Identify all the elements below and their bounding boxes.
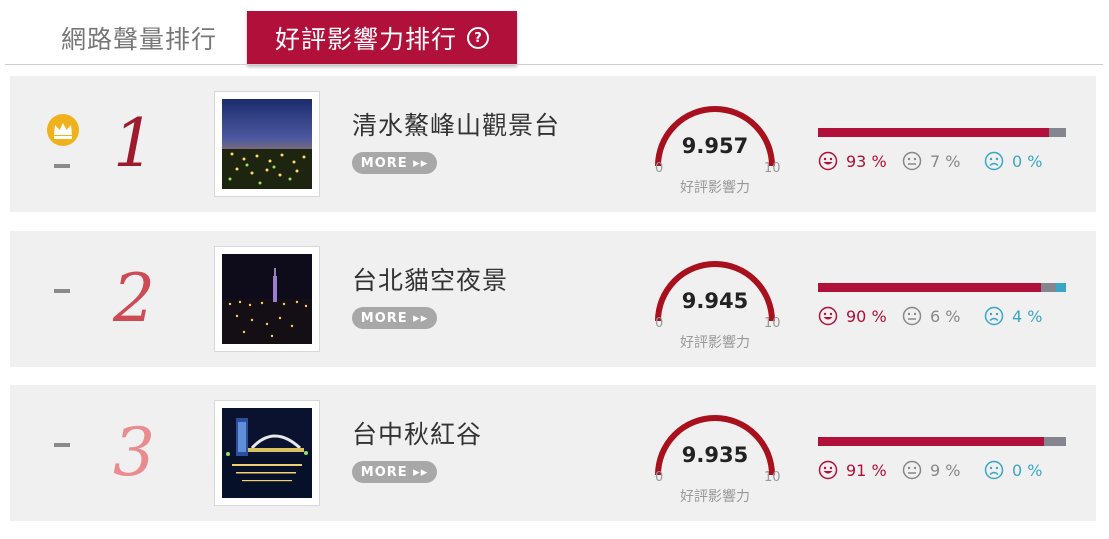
ranking-row: 2 台北貓空夜景 MORE ▸▸ 9.945 0 10 好評影響力 90 % 6… bbox=[10, 231, 1096, 367]
tab-influence-ranking[interactable]: 好評影響力排行 ? bbox=[247, 11, 517, 65]
positive-percent: 91 % bbox=[846, 460, 887, 480]
sentiment-bar bbox=[818, 128, 1066, 137]
tab-volume-ranking[interactable]: 網路聲量排行 bbox=[45, 11, 233, 65]
positive-percent: 93 % bbox=[846, 151, 887, 171]
positive-stat: 90 % bbox=[818, 306, 887, 326]
tab-divider bbox=[5, 64, 1103, 65]
positive-segment bbox=[818, 283, 1042, 292]
tab-label: 好評影響力排行 bbox=[274, 25, 457, 54]
neutral-face-icon bbox=[902, 460, 922, 480]
gauge-max: 10 bbox=[764, 161, 781, 176]
positive-percent: 90 % bbox=[846, 306, 887, 326]
neutral-segment bbox=[1043, 437, 1066, 446]
influence-gauge: 9.935 0 10 好評影響力 bbox=[650, 395, 781, 515]
smile-face-icon bbox=[818, 460, 838, 480]
more-button[interactable]: MORE ▸▸ bbox=[352, 152, 437, 174]
rank-number: 1 bbox=[113, 105, 155, 182]
rank-change-dash bbox=[54, 443, 70, 447]
ranking-tabs: 網路聲量排行 好評影響力排行 ? bbox=[0, 0, 1109, 66]
influence-gauge: 9.945 0 10 好評影響力 bbox=[650, 241, 781, 361]
place-name[interactable]: 清水鰲峰山觀景台 bbox=[352, 106, 560, 142]
negative-stat: 0 % bbox=[984, 151, 1042, 171]
help-icon[interactable]: ? bbox=[467, 27, 489, 49]
sad-face-icon bbox=[984, 460, 1004, 480]
gauge-max: 10 bbox=[764, 470, 781, 485]
smile-face-icon bbox=[818, 306, 838, 326]
tab-label: 網路聲量排行 bbox=[60, 25, 217, 54]
neutral-segment bbox=[1048, 128, 1066, 137]
neutral-stat: 9 % bbox=[902, 460, 960, 480]
negative-segment bbox=[1056, 283, 1066, 292]
positive-stat: 93 % bbox=[818, 151, 887, 171]
gauge-min: 0 bbox=[655, 470, 664, 485]
negative-percent: 4 % bbox=[1012, 306, 1043, 326]
negative-percent: 0 % bbox=[1012, 151, 1043, 171]
positive-segment bbox=[818, 128, 1049, 137]
sentiment-bar bbox=[818, 283, 1066, 292]
place-thumbnail[interactable] bbox=[214, 400, 320, 506]
negative-stat: 4 % bbox=[984, 306, 1042, 326]
more-button[interactable]: MORE ▸▸ bbox=[352, 461, 437, 483]
gauge-label: 好評影響力 bbox=[680, 489, 750, 505]
negative-stat: 0 % bbox=[984, 460, 1042, 480]
place-image bbox=[222, 99, 312, 189]
positive-stat: 91 % bbox=[818, 460, 887, 480]
gauge-score: 9.935 bbox=[681, 443, 749, 467]
gauge-max: 10 bbox=[764, 316, 781, 331]
ranking-row: 1 清水鰲峰山觀景台 MORE ▸▸ 9.957 0 10 好評影響力 93 %… bbox=[10, 76, 1096, 212]
gauge-score: 9.957 bbox=[681, 134, 749, 158]
place-image bbox=[222, 254, 312, 344]
rank-number: 2 bbox=[113, 260, 155, 337]
gauge-min: 0 bbox=[655, 161, 664, 176]
neutral-percent: 6 % bbox=[930, 306, 961, 326]
place-image bbox=[222, 408, 312, 498]
neutral-stat: 6 % bbox=[902, 306, 960, 326]
neutral-stat: 7 % bbox=[902, 151, 960, 171]
negative-percent: 0 % bbox=[1012, 460, 1043, 480]
crown-icon bbox=[47, 114, 79, 146]
positive-segment bbox=[818, 437, 1044, 446]
more-button[interactable]: MORE ▸▸ bbox=[352, 307, 437, 329]
place-name[interactable]: 台北貓空夜景 bbox=[352, 261, 508, 297]
gauge-score: 9.945 bbox=[681, 289, 749, 313]
rank-change-dash bbox=[54, 164, 70, 168]
gauge-label: 好評影響力 bbox=[680, 180, 750, 196]
neutral-face-icon bbox=[902, 306, 922, 326]
sad-face-icon bbox=[984, 151, 1004, 171]
ranking-row: 3 台中秋紅谷 MORE ▸▸ 9.935 0 10 好評影響力 91 % 9 … bbox=[10, 385, 1096, 521]
place-thumbnail[interactable] bbox=[214, 91, 320, 197]
rank-number: 3 bbox=[113, 414, 155, 491]
rank-change-dash bbox=[54, 289, 70, 293]
place-name[interactable]: 台中秋紅谷 bbox=[352, 415, 482, 451]
gauge-min: 0 bbox=[655, 316, 664, 331]
sad-face-icon bbox=[984, 306, 1004, 326]
place-thumbnail[interactable] bbox=[214, 246, 320, 352]
neutral-percent: 7 % bbox=[930, 151, 961, 171]
neutral-segment bbox=[1041, 283, 1057, 292]
neutral-percent: 9 % bbox=[930, 460, 961, 480]
influence-gauge: 9.957 0 10 好評影響力 bbox=[650, 86, 781, 206]
neutral-face-icon bbox=[902, 151, 922, 171]
smile-face-icon bbox=[818, 151, 838, 171]
sentiment-bar bbox=[818, 437, 1066, 446]
gauge-label: 好評影響力 bbox=[680, 335, 750, 351]
